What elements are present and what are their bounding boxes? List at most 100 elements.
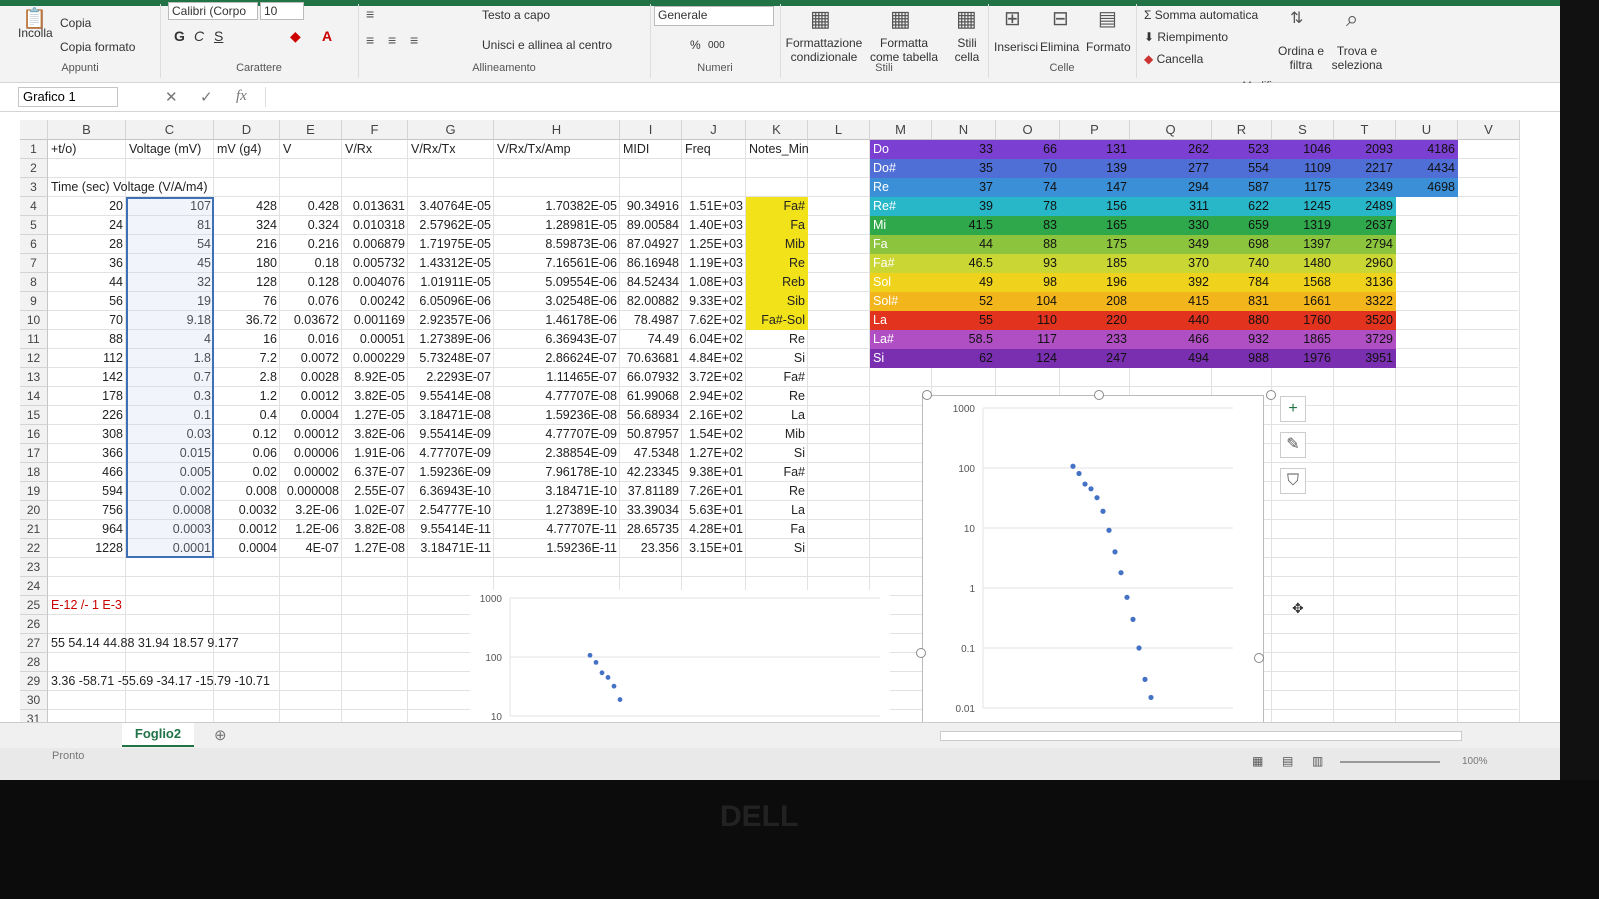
note-name[interactable]: Re#	[870, 197, 932, 216]
fill-button[interactable]: ⬇ Riempimento	[1144, 30, 1228, 44]
note-frequency[interactable]: 35	[932, 159, 996, 178]
data-cell[interactable]: 1.46178E-06	[494, 311, 620, 330]
font-size-select[interactable]: 10	[260, 2, 304, 20]
data-cell[interactable]: 216	[214, 235, 280, 254]
find-select-button[interactable]: Trova e seleziona	[1326, 44, 1388, 72]
data-cell[interactable]: 3.18471E-08	[408, 406, 494, 425]
data-cell[interactable]: 0.128	[280, 273, 342, 292]
data-cell[interactable]: 1.54E+02	[682, 425, 746, 444]
data-cell[interactable]: 78.4987	[620, 311, 682, 330]
data-cell[interactable]: 3.82E-06	[342, 425, 408, 444]
delete-icon[interactable]: ⊟	[1052, 6, 1069, 31]
cancel-icon[interactable]: ✕	[165, 88, 178, 106]
row-header-1[interactable]: 1	[20, 140, 48, 159]
note-cell[interactable]: La	[746, 501, 808, 520]
data-cell[interactable]: 0.216	[280, 235, 342, 254]
row-header-29[interactable]: 29	[20, 672, 48, 691]
column-header-q[interactable]: Q	[1130, 120, 1212, 140]
chart-1[interactable]: 1000 100 10 1 0.1 0.01	[922, 395, 1264, 732]
column-header-o[interactable]: O	[996, 120, 1060, 140]
header-cell-g[interactable]: V/Rx/Tx	[408, 140, 494, 159]
note-frequency[interactable]: 587	[1212, 178, 1272, 197]
data-cell[interactable]: 70.63681	[620, 349, 682, 368]
data-cell[interactable]: 0.076	[280, 292, 342, 311]
note-frequency[interactable]: 831	[1212, 292, 1272, 311]
note-frequency[interactable]: 44	[932, 235, 996, 254]
data-cell[interactable]: 1.28981E-05	[494, 216, 620, 235]
note-frequency[interactable]: 147	[1060, 178, 1130, 197]
data-cell[interactable]: 5.73248E-07	[408, 349, 494, 368]
data-cell[interactable]: 3.40764E-05	[408, 197, 494, 216]
data-cell[interactable]: 4.77707E-08	[494, 387, 620, 406]
data-cell[interactable]: 0.000008	[280, 482, 342, 501]
data-cell[interactable]: 0.004076	[342, 273, 408, 292]
row-header-23[interactable]: 23	[20, 558, 48, 577]
conditional-formatting-button[interactable]: Formattazione condizionale	[784, 36, 864, 64]
data-cell[interactable]: 2.86624E-07	[494, 349, 620, 368]
note-frequency[interactable]: 698	[1212, 235, 1272, 254]
data-cell[interactable]: 6.05096E-06	[408, 292, 494, 311]
data-cell[interactable]: 366	[48, 444, 126, 463]
column-header-v[interactable]: V	[1458, 120, 1520, 140]
header-cell-j[interactable]: Freq	[682, 140, 746, 159]
note-name[interactable]: Fa#	[870, 254, 932, 273]
data-cell[interactable]: 3.82E-08	[342, 520, 408, 539]
data-cell[interactable]: 24	[48, 216, 126, 235]
note-frequency[interactable]: 2349	[1334, 178, 1396, 197]
note-range-text[interactable]: E-12 /- 1 E-3	[48, 596, 348, 615]
data-cell[interactable]: 84.52434	[620, 273, 682, 292]
number-format-select[interactable]: Generale	[654, 6, 774, 26]
chart-elements-button[interactable]: +	[1280, 396, 1306, 422]
data-cell[interactable]: 964	[48, 520, 126, 539]
note-frequency[interactable]: 233	[1060, 330, 1130, 349]
bold-button[interactable]: G	[174, 28, 185, 44]
note-frequency[interactable]: 185	[1060, 254, 1130, 273]
note-frequency[interactable]: 1109	[1272, 159, 1334, 178]
note-frequency[interactable]: 131	[1060, 140, 1130, 159]
header-cell-i[interactable]: MIDI	[620, 140, 682, 159]
sort-icon[interactable]: ⇅	[1290, 8, 1303, 28]
column-header-p[interactable]: P	[1060, 120, 1130, 140]
column-header-s[interactable]: S	[1272, 120, 1334, 140]
data-cell[interactable]: 0.324	[280, 216, 342, 235]
header-cell-f[interactable]: V/Rx	[342, 140, 408, 159]
note-frequency[interactable]: 2489	[1334, 197, 1396, 216]
note-cell[interactable]: Fa#-Sol	[746, 311, 808, 330]
data-cell[interactable]: 0.013631	[342, 197, 408, 216]
align-right-icon[interactable]: ≡	[410, 32, 418, 48]
data-cell[interactable]: 1.59236E-09	[408, 463, 494, 482]
row-27-values[interactable]: 55 54.14 44.88 31.94 18.57 9.177	[48, 634, 448, 653]
format-as-table-button[interactable]: Formatta come tabella	[864, 36, 944, 64]
data-cell[interactable]: 0.016	[280, 330, 342, 349]
data-cell[interactable]: 4.28E+01	[682, 520, 746, 539]
data-cell[interactable]: 4.77707E-11	[494, 520, 620, 539]
data-cell[interactable]: 1.08E+03	[682, 273, 746, 292]
data-cell[interactable]: 3.72E+02	[682, 368, 746, 387]
row-header-20[interactable]: 20	[20, 501, 48, 520]
insert-function-button[interactable]: fx	[236, 88, 247, 105]
note-cell[interactable]: Mib	[746, 235, 808, 254]
note-frequency[interactable]: 1480	[1272, 254, 1334, 273]
data-cell[interactable]: 6.36943E-07	[494, 330, 620, 349]
data-cell[interactable]: 0.0004	[280, 406, 342, 425]
note-cell[interactable]: Reb	[746, 273, 808, 292]
note-frequency[interactable]: 2093	[1334, 140, 1396, 159]
format-icon[interactable]: ▤	[1098, 6, 1117, 31]
row-header-13[interactable]: 13	[20, 368, 48, 387]
format-painter-button[interactable]: Copia formato	[60, 40, 135, 54]
data-cell[interactable]: 44	[48, 273, 126, 292]
row-header-26[interactable]: 26	[20, 615, 48, 634]
note-cell[interactable]: La	[746, 406, 808, 425]
note-frequency[interactable]: 659	[1212, 216, 1272, 235]
data-cell[interactable]: 4.84E+02	[682, 349, 746, 368]
conditional-formatting-icon[interactable]: ▦	[810, 6, 831, 32]
note-name[interactable]: Sol	[870, 273, 932, 292]
row-header-4[interactable]: 4	[20, 197, 48, 216]
note-cell[interactable]: Fa#	[746, 197, 808, 216]
row-header-2[interactable]: 2	[20, 159, 48, 178]
data-cell[interactable]: 90.34916	[620, 197, 682, 216]
data-cell[interactable]: 3.15E+01	[682, 539, 746, 558]
note-frequency[interactable]: 139	[1060, 159, 1130, 178]
note-frequency[interactable]: 55	[932, 311, 996, 330]
column-header-b[interactable]: B	[48, 120, 126, 140]
